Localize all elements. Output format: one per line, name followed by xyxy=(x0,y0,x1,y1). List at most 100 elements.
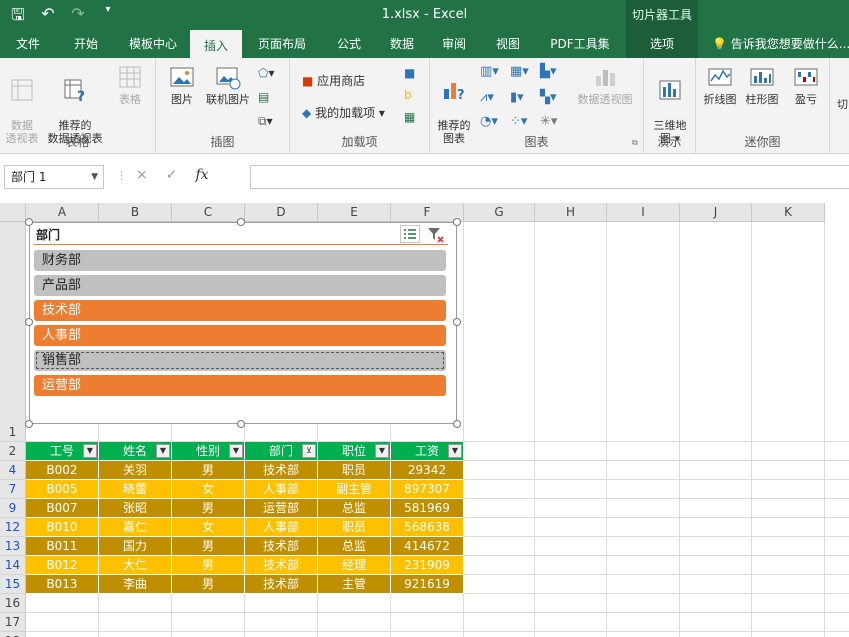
table-cell[interactable]: 男 xyxy=(172,556,245,575)
people-graph-icon[interactable]: ▦ xyxy=(404,110,415,124)
table-cell[interactable]: 男 xyxy=(172,537,245,556)
row-header[interactable]: 16 xyxy=(0,594,26,613)
table-cell[interactable]: 总监 xyxy=(318,499,391,518)
table-cell[interactable]: 技术部 xyxy=(245,575,318,594)
table-cell[interactable]: 经理 xyxy=(318,556,391,575)
name-box[interactable]: 部门 1 ▼ xyxy=(4,165,104,189)
filter-dropdown-icon[interactable]: ▼ xyxy=(375,444,389,458)
clear-filter-icon[interactable] xyxy=(426,226,446,244)
table-cell[interactable]: 男 xyxy=(172,575,245,594)
pivot-chart-button[interactable]: 数据透视图 xyxy=(572,64,638,106)
table-header-cell[interactable]: 工资 ▼ xyxy=(391,442,464,461)
table-cell[interactable]: 张昭 xyxy=(99,499,172,518)
slicer-resize-handle[interactable] xyxy=(25,318,33,326)
slicer-resize-handle[interactable] xyxy=(453,218,461,226)
table-cell[interactable]: 技术部 xyxy=(245,461,318,480)
tab-slicer-options[interactable]: 选项 xyxy=(626,30,698,58)
table-cell[interactable]: 职员 xyxy=(318,461,391,480)
waterfall-chart-icon[interactable]: ▙▾ xyxy=(540,64,557,79)
scatter-chart-icon[interactable]: ⁘▾ xyxy=(510,114,527,129)
tab-pdf-tools[interactable]: PDF工具集 xyxy=(536,30,624,58)
table-cell[interactable]: B011 xyxy=(26,537,99,556)
filter-dropdown-icon[interactable]: ▼ xyxy=(448,444,462,458)
table-cell[interactable]: 男 xyxy=(172,461,245,480)
table-cell[interactable]: 李曲 xyxy=(99,575,172,594)
sparkline-line-button[interactable]: 折线图 xyxy=(700,64,740,106)
line-chart-icon[interactable]: ⩘▾ xyxy=(480,90,494,105)
row-header[interactable]: 15 xyxy=(0,575,26,594)
name-box-dropdown-icon[interactable]: ▼ xyxy=(91,166,98,188)
slicer-resize-handle[interactable] xyxy=(25,218,33,226)
table-cell[interactable]: B007 xyxy=(26,499,99,518)
tab-template-center[interactable]: 模板中心 xyxy=(116,30,190,58)
my-addins-button[interactable]: ◆ 我的加载项 ▾ xyxy=(302,104,385,121)
tab-data[interactable]: 数据 xyxy=(376,30,428,58)
table-cell[interactable]: 897307 xyxy=(391,480,464,499)
formula-input[interactable] xyxy=(250,165,849,189)
filter-active-icon[interactable]: ⊻ xyxy=(302,444,316,458)
table-cell[interactable]: 副主管 xyxy=(318,480,391,499)
tab-view[interactable]: 视图 xyxy=(480,30,536,58)
smartart-button[interactable]: ▤ xyxy=(258,90,269,104)
table-cell[interactable]: B010 xyxy=(26,518,99,537)
row-header[interactable]: 2 xyxy=(0,442,26,461)
filter-dropdown-icon[interactable]: ▼ xyxy=(229,444,243,458)
table-cell[interactable]: 231909 xyxy=(391,556,464,575)
hierarchy-chart-icon[interactable]: ▦▾ xyxy=(510,64,529,79)
insert-function-icon[interactable]: fx xyxy=(195,167,208,183)
row-header[interactable]: 13 xyxy=(0,537,26,556)
table-cell[interactable]: 晓蕾 xyxy=(99,480,172,499)
table-cell[interactable]: 技术部 xyxy=(245,556,318,575)
table-cell[interactable]: B002 xyxy=(26,461,99,480)
combo-chart-icon[interactable]: ▚▾ xyxy=(540,90,557,105)
table-cell[interactable]: 嘉仁 xyxy=(99,518,172,537)
table-cell[interactable]: 运营部 xyxy=(245,499,318,518)
column-chart-icon[interactable]: ▥▾ xyxy=(480,64,499,79)
department-slicer[interactable]: 部门 财务部 产品部 技术部 人事部 销售部 运营部 xyxy=(29,222,457,424)
column-header[interactable]: D xyxy=(245,203,318,222)
pie-chart-icon[interactable]: ◔▾ xyxy=(480,114,498,129)
shapes-button[interactable]: ⬠▾ xyxy=(258,66,274,80)
column-header[interactable]: K xyxy=(752,203,825,222)
filter-dropdown-icon[interactable]: ▼ xyxy=(83,444,97,458)
row-header[interactable]: 17 xyxy=(0,613,26,632)
table-cell[interactable]: 主管 xyxy=(318,575,391,594)
table-header-cell[interactable]: 姓名 ▼ xyxy=(99,442,172,461)
table-header-cell[interactable]: 工号 ▼ xyxy=(26,442,99,461)
table-cell[interactable]: 技术部 xyxy=(245,537,318,556)
table-cell[interactable]: 关羽 xyxy=(99,461,172,480)
slicer-resize-handle[interactable] xyxy=(237,420,245,428)
tab-home[interactable]: 开始 xyxy=(56,30,116,58)
tab-formulas[interactable]: 公式 xyxy=(322,30,376,58)
screenshot-button[interactable]: ⧉▾ xyxy=(258,114,273,129)
row-header[interactable]: 18 xyxy=(0,632,26,637)
row-header[interactable]: 9 xyxy=(0,499,26,518)
slicer-insert-partial-button[interactable]: 切 xyxy=(836,98,849,111)
row-header[interactable]: 1 xyxy=(0,222,26,442)
column-header[interactable]: B xyxy=(99,203,172,222)
slicer-item[interactable]: 技术部 xyxy=(34,300,446,321)
filter-dropdown-icon[interactable]: ▼ xyxy=(156,444,170,458)
column-header[interactable]: H xyxy=(535,203,607,222)
multi-select-icon[interactable] xyxy=(400,225,420,243)
table-cell[interactable]: 568638 xyxy=(391,518,464,537)
radar-chart-icon[interactable]: ✳▾ xyxy=(540,114,557,129)
table-cell[interactable]: 921619 xyxy=(391,575,464,594)
table-header-cell[interactable]: 职位 ▼ xyxy=(318,442,391,461)
table-cell[interactable]: 女 xyxy=(172,480,245,499)
tab-insert[interactable]: 插入 xyxy=(190,30,242,58)
table-cell[interactable]: 人事部 xyxy=(245,518,318,537)
table-cell[interactable]: B005 xyxy=(26,480,99,499)
tab-file[interactable]: 文件 xyxy=(0,30,56,58)
table-header-cell[interactable]: 性别 ▼ xyxy=(172,442,245,461)
table-cell[interactable]: 414672 xyxy=(391,537,464,556)
table-header-cell[interactable]: 部门 ⊻ xyxy=(245,442,318,461)
column-header[interactable]: C xyxy=(172,203,245,222)
enter-formula-icon[interactable]: ✓ xyxy=(166,167,178,183)
cancel-formula-icon[interactable]: × xyxy=(136,167,148,183)
table-cell[interactable]: 人事部 xyxy=(245,480,318,499)
table-cell[interactable]: 女 xyxy=(172,518,245,537)
column-header[interactable]: J xyxy=(680,203,752,222)
table-cell[interactable]: 男 xyxy=(172,499,245,518)
row-header[interactable]: 4 xyxy=(0,461,26,480)
